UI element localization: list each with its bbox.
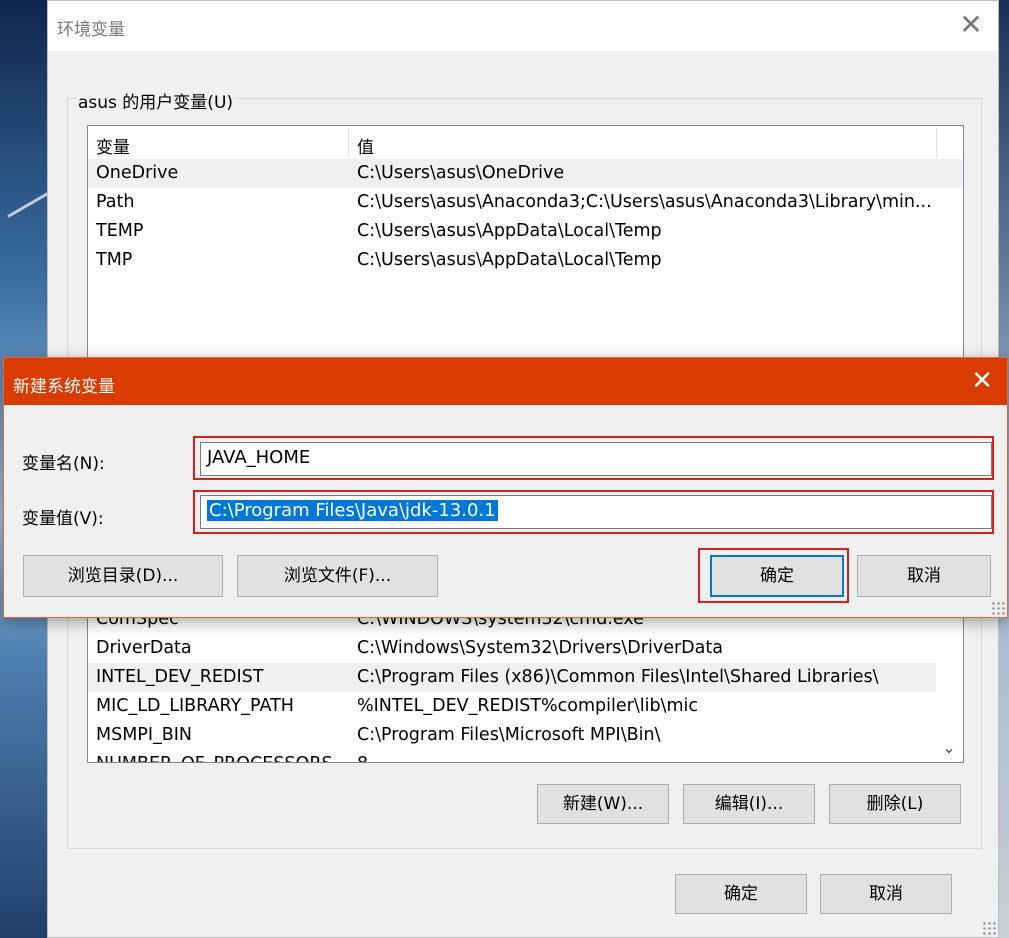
variable-name-input[interactable]: JAVA_HOME xyxy=(200,442,992,476)
user-variables-label: asus 的用户变量(U) xyxy=(76,88,236,113)
table-row[interactable]: MSMPI_BIN C:\Program Files\Microsoft MPI… xyxy=(88,721,936,750)
table-row[interactable]: INTEL_DEV_REDIST C:\Program Files (x86)\… xyxy=(88,663,936,692)
new-system-variable-dialog: 新建系统变量 ✕ 变量名(N): JAVA_HOME 变量值(V): C:\Pr… xyxy=(3,357,1008,618)
dialog-cancel-button[interactable]: 取消 xyxy=(857,555,991,597)
variable-value: C:\Users\asus\AppData\Local\Temp xyxy=(357,221,662,241)
variable-name: TMP xyxy=(96,250,133,270)
variable-value: 8 xyxy=(357,754,368,762)
variable-value: %INTEL_DEV_REDIST%compiler\lib\mic xyxy=(357,696,698,716)
variable-value-value: C:\Program Files\Java\jdk-13.0.1 xyxy=(207,500,498,521)
variable-name: NUMBER_OF_PROCESSORS xyxy=(96,754,333,762)
browse-directory-button[interactable]: 浏览目录(D)... xyxy=(23,555,223,597)
scroll-down-icon[interactable]: ⌄ xyxy=(939,738,959,758)
table-row[interactable]: Path C:\Users\asus\Anaconda3;C:\Users\as… xyxy=(88,188,963,217)
resize-grip-icon[interactable] xyxy=(991,601,1005,615)
window-title: 环境变量 xyxy=(57,20,125,40)
variable-value: C:\Users\asus\OneDrive xyxy=(357,163,565,183)
table-row[interactable]: TEMP C:\Users\asus\AppData\Local\Temp xyxy=(88,217,963,246)
cancel-button[interactable]: 取消 xyxy=(820,874,952,914)
table-row[interactable]: TMP C:\Users\asus\AppData\Local\Temp xyxy=(88,246,963,275)
system-new-button[interactable]: 新建(W)... xyxy=(537,784,669,824)
variable-value: C:\Users\asus\AppData\Local\Temp xyxy=(357,250,662,270)
variable-name: MIC_LD_LIBRARY_PATH xyxy=(96,696,294,716)
list-header: 变量 值 xyxy=(88,126,963,159)
variable-name: TEMP xyxy=(96,221,144,241)
ok-button[interactable]: 确定 xyxy=(675,874,807,914)
variable-value: C:\Windows\System32\Drivers\DriverData xyxy=(357,638,723,658)
browse-file-button[interactable]: 浏览文件(F)... xyxy=(237,555,438,597)
variable-value: C:\Program Files\Microsoft MPI\Bin\ xyxy=(357,725,661,745)
dialog-title: 新建系统变量 xyxy=(13,377,115,397)
variable-name: MSMPI_BIN xyxy=(96,725,193,745)
variable-value: C:\Program Files (x86)\Common Files\Inte… xyxy=(357,667,879,687)
close-icon[interactable]: ✕ xyxy=(971,367,993,395)
dialog-ok-button[interactable]: 确定 xyxy=(710,555,844,597)
user-variables-list[interactable]: 变量 值 OneDrive C:\Users\asus\OneDrive Pat… xyxy=(87,125,964,363)
variable-value-input[interactable]: C:\Program Files\Java\jdk-13.0.1 xyxy=(200,495,992,529)
column-header-value[interactable]: 值 xyxy=(357,133,374,158)
dialog-titlebar: 新建系统变量 ✕ xyxy=(4,358,1007,405)
variable-name: INTEL_DEV_REDIST xyxy=(96,667,264,687)
variable-name-value: JAVA_HOME xyxy=(207,447,311,468)
variable-name: OneDrive xyxy=(96,163,179,183)
column-separator[interactable] xyxy=(936,128,937,158)
close-icon[interactable]: ✕ xyxy=(956,11,986,41)
table-row[interactable]: DriverData C:\Windows\System32\Drivers\D… xyxy=(88,634,936,663)
column-separator[interactable] xyxy=(348,128,349,158)
variable-name: DriverData xyxy=(96,638,192,658)
column-header-variable[interactable]: 变量 xyxy=(96,133,130,158)
variable-name: Path xyxy=(96,192,135,212)
variable-value-label: 变量值(V): xyxy=(22,509,104,529)
table-row[interactable]: MIC_LD_LIBRARY_PATH %INTEL_DEV_REDIST%co… xyxy=(88,692,936,721)
window-titlebar: 环境变量 ✕ xyxy=(48,1,998,51)
variable-name-label: 变量名(N): xyxy=(22,454,105,474)
table-row[interactable]: NUMBER_OF_PROCESSORS 8 xyxy=(88,750,936,762)
resize-grip-icon[interactable] xyxy=(982,921,996,935)
system-edit-button[interactable]: 编辑(I)... xyxy=(683,784,815,824)
table-row[interactable]: OneDrive C:\Users\asus\OneDrive xyxy=(88,159,963,188)
variable-value: C:\Users\asus\Anaconda3;C:\Users\asus\An… xyxy=(357,192,932,212)
system-delete-button[interactable]: 删除(L) xyxy=(829,784,961,824)
system-variables-rows: ComSpec C:\WINDOWS\system32\cmd.exe Driv… xyxy=(88,605,936,762)
